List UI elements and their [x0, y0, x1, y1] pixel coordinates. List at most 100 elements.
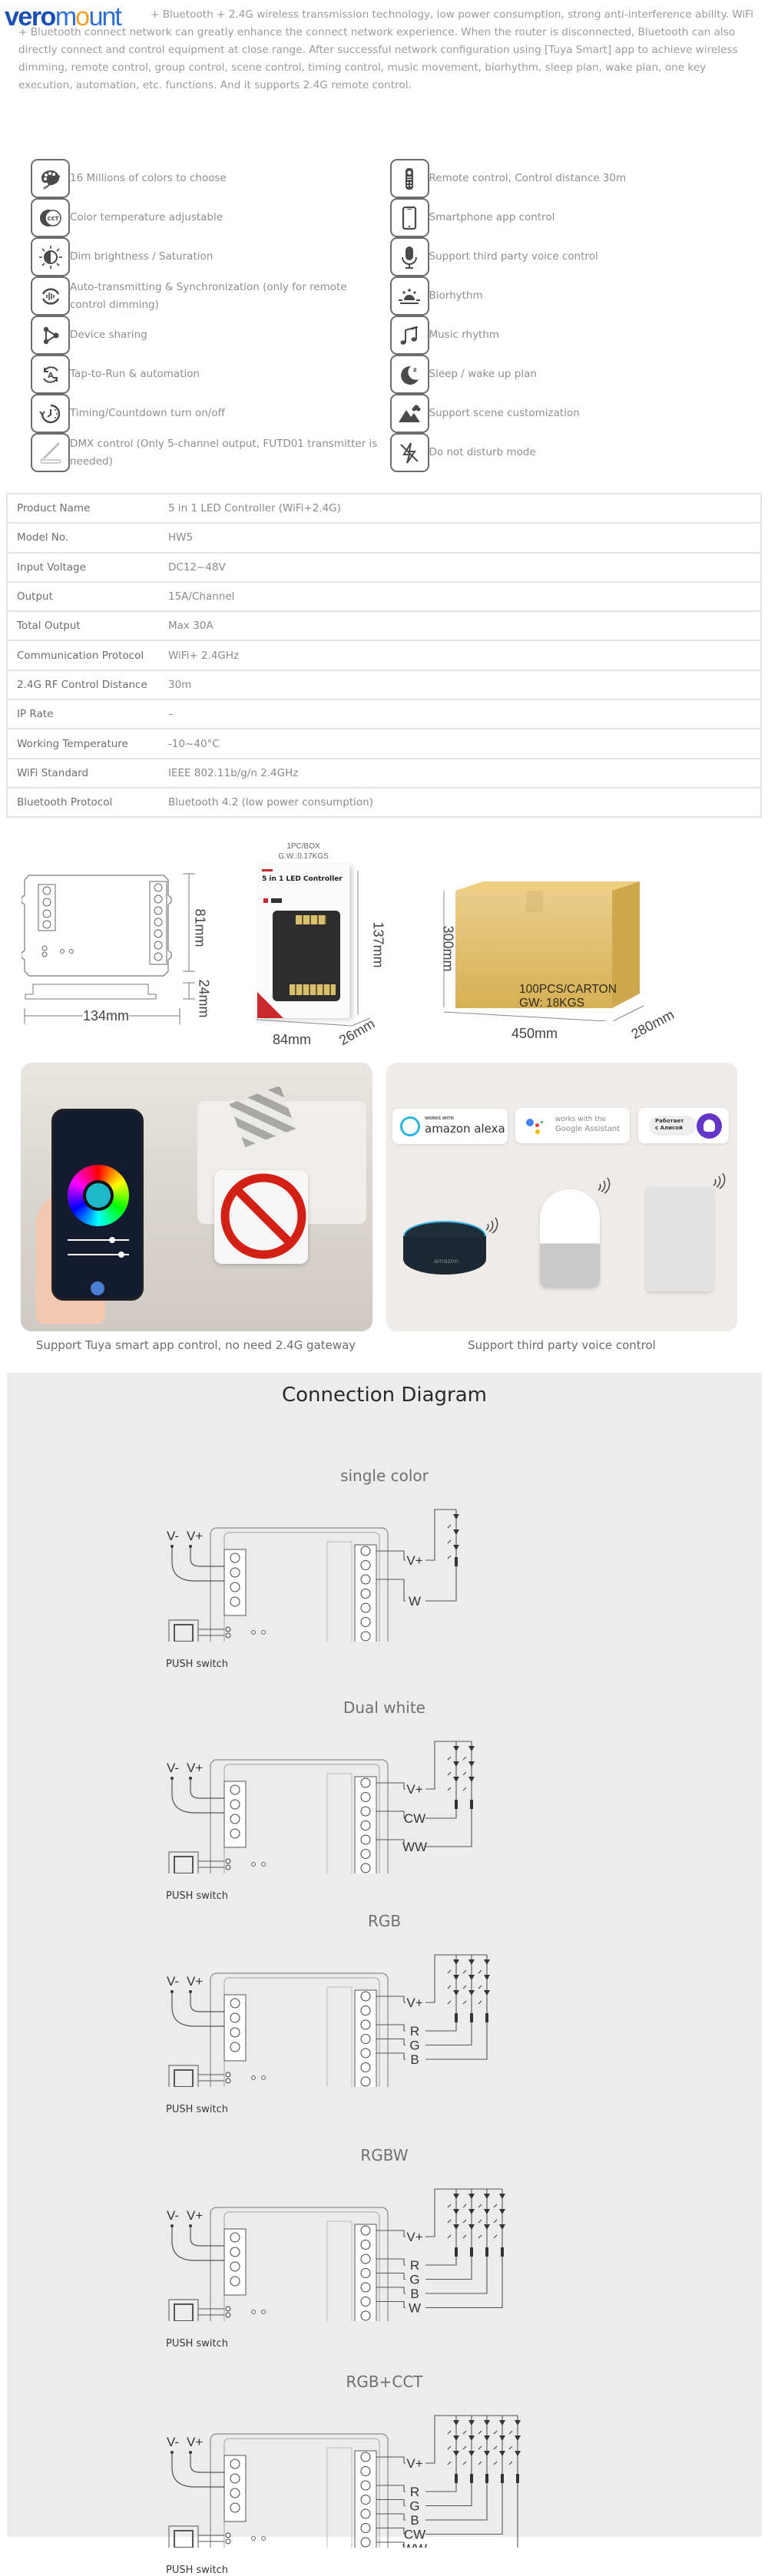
input-minus-wire [171, 1778, 224, 1814]
carton-line2: GW: 18KGS [519, 997, 584, 1010]
channel-wire [425, 1809, 457, 1819]
feature-item: z Sleep / wake up plan [389, 355, 753, 394]
resistor [470, 2013, 473, 2022]
feature-label: Auto-transmitting & Synchronization (onl… [70, 280, 347, 311]
feature-grid: 16 Millions of colors to choose CCT Colo… [31, 159, 753, 472]
box-pack-info: 1PC/BOX G.W.:0.17KGS [273, 842, 334, 861]
input-plus-wire [190, 2452, 224, 2473]
output-wire [376, 2287, 405, 2293]
led-diode [468, 2194, 475, 2199]
resistor [470, 2247, 473, 2257]
wiring-diagram: V- V+ V+ RGBCWWW PUSH switch [154, 2394, 614, 2576]
spec-key: 2.4G RF Control Distance [17, 678, 147, 691]
sunrise-icon [389, 276, 429, 316]
power-button [91, 1281, 104, 1295]
output-wire [376, 2485, 405, 2492]
spec-value: Max 30A [168, 620, 214, 633]
spec-value: 5 in 1 LED Controller (WiFi+2.4G) [168, 502, 341, 515]
alice-badge: Работает с Алисой [638, 1108, 729, 1143]
channel-wire [425, 2483, 472, 2507]
output-label: G [409, 2273, 419, 2287]
wireless-signal-icon [713, 1172, 726, 1189]
vplus-bus [425, 1509, 456, 1561]
output-label: V+ [406, 2456, 422, 2471]
controller-depth-label: 24mm [196, 979, 212, 1018]
wiring-diagram: V- V+ V+ R G B PUSH switch [154, 1933, 614, 2115]
push-switch [168, 2299, 199, 2326]
output-label: G [409, 2499, 419, 2514]
color-wheel [68, 1165, 129, 1226]
led-diode [468, 1990, 475, 1996]
led-diode [468, 2451, 475, 2456]
output-label: B [410, 2513, 419, 2528]
feature-item: Dim brightness / Saturation [31, 237, 394, 276]
output-label: R [410, 2024, 419, 2039]
feature-label: 16 Millions of colors to choose [70, 172, 227, 184]
led-diode [484, 2194, 490, 2199]
app-control-caption: Support Tuya smart app control, no need … [35, 1338, 356, 1352]
resistor [455, 2247, 458, 2257]
input-plus-wire [190, 1778, 224, 1799]
output-wire [376, 2527, 405, 2535]
wireless-signal-icon [598, 1177, 611, 1194]
brightness-slider [68, 1237, 129, 1243]
spec-row: 2.4G RF Control Distance 30m [7, 670, 761, 700]
output-wire [376, 1550, 405, 1560]
channel-wire [425, 2022, 472, 2046]
feature-item: Do not disturb mode [389, 433, 753, 472]
spec-value: DC12~48V [168, 561, 226, 574]
logo-part-2-rest: unt [88, 2, 122, 31]
spec-value: 30m [168, 678, 192, 691]
dmx-icon [31, 433, 70, 472]
spec-value: Bluetooth 4.2 (low power consumption) [168, 796, 373, 809]
led-diode [453, 2451, 459, 2456]
wiring-diagram: V- V+ V+ W PUSH switch [154, 1488, 614, 1670]
wiring-diagram-svg: V- V+ V+ RGBCWWW [167, 2415, 521, 2562]
resistor [501, 2474, 504, 2483]
moon-icon: z [389, 355, 429, 394]
output-label: B [410, 2052, 419, 2067]
connection-diagram-title: Connection Diagram [281, 1384, 487, 1407]
led-diode [453, 2435, 459, 2441]
output-label: V+ [406, 1553, 422, 1568]
connection-diagram-section: Connection Diagram single color V- V+ V+ W PU… [7, 1373, 762, 2576]
led-diode [468, 1975, 475, 1980]
prohibited-icon [220, 1173, 306, 1259]
spec-row: Working Temperature -10~40°C [7, 729, 761, 759]
wiring-diagram-svg: V- V+ V+ RGB [167, 1954, 490, 2101]
input-minus-label: V- [167, 1529, 179, 1543]
push-switch [168, 1619, 199, 1647]
spec-value: HW5 [168, 531, 194, 544]
cct-icon: CCT [31, 198, 70, 237]
input-minus-wire [171, 1992, 224, 2027]
led-diode [468, 1761, 475, 1767]
output-terminal-block [354, 1776, 377, 1880]
carton-line1: 100PCS/CARTON [519, 983, 617, 996]
spec-row: Communication Protocol WiFi+ 2.4GHz [7, 640, 761, 670]
dimensions-section: 81mm 24mm 134mm 1PC/BOX G.W.:0.17KGS 5 i… [0, 837, 768, 1060]
channel-wire [425, 1809, 472, 1847]
input-plus-label: V+ [187, 1529, 203, 1543]
spec-key: Working Temperature [17, 737, 128, 750]
input-minus-wire [171, 2226, 224, 2261]
brand-logo[interactable]: vero m o unt [5, 2, 122, 31]
spec-row: IP Rate – [7, 699, 761, 729]
output-terminal-block [354, 2450, 377, 2555]
led-diode [515, 2420, 521, 2426]
remote-icon [389, 159, 429, 198]
diagram-title: RGBW [360, 2146, 409, 2164]
feature-label: Device sharing [70, 329, 147, 341]
wiring-diagram-svg: V- V+ V+ CW WW [167, 1741, 475, 1888]
input-plus-wire [190, 2226, 224, 2247]
led-diode [468, 2435, 475, 2441]
feature-item: Biorhythm [389, 276, 753, 316]
output-wire [376, 2541, 405, 2548]
output-label: R [410, 2258, 419, 2273]
led-diode [453, 1990, 459, 1996]
led-diode [515, 2435, 521, 2441]
spec-value: WiFi+ 2.4GHz [168, 649, 240, 662]
led-diode [484, 2435, 490, 2441]
spec-key: Product Name [17, 502, 91, 515]
palette-icon [31, 159, 70, 198]
led-diode [468, 1959, 475, 1965]
